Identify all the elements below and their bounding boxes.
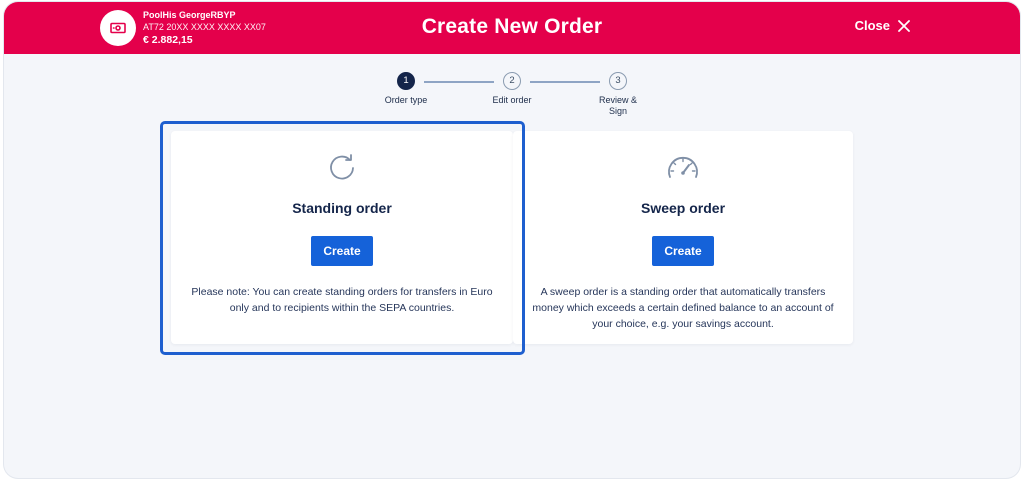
step-number: 1 <box>397 72 415 90</box>
close-button[interactable]: Close <box>855 18 910 33</box>
sweep-order-card[interactable]: Sweep order Create A sweep order is a st… <box>513 131 853 344</box>
order-stepper: 1 Order type 2 Edit order 3 Review & Sig… <box>4 72 1020 132</box>
step-number: 2 <box>503 72 521 90</box>
create-sweep-order-button[interactable]: Create <box>652 236 714 266</box>
card-description: Please note: You can create standing ord… <box>191 286 493 314</box>
card-description: A sweep order is a standing order that a… <box>532 286 834 330</box>
close-label: Close <box>854 18 890 33</box>
modal-frame: PoolHis GeorgeRBYP AT72 20XX XXXX XXXX X… <box>4 2 1020 478</box>
gauge-icon <box>668 156 698 178</box>
step-review-sign: 3 Review & Sign <box>578 72 658 118</box>
step-label: Order type <box>384 95 428 105</box>
step-edit-order: 2 Edit order <box>472 72 552 106</box>
card-title: Standing order <box>292 200 392 216</box>
card-title: Sweep order <box>640 200 726 216</box>
close-icon <box>898 19 910 32</box>
create-standing-order-button[interactable]: Create <box>311 236 373 266</box>
modal-header: PoolHis GeorgeRBYP AT72 20XX XXXX XXXX X… <box>4 2 1020 54</box>
step-order-type: 1 Order type <box>366 72 446 106</box>
step-label: Edit order <box>492 95 532 105</box>
standing-order-card[interactable]: Standing order Create Please note: You c… <box>171 131 513 344</box>
step-label: Review & Sign <box>598 95 637 117</box>
refresh-icon <box>330 154 354 180</box>
step-number: 3 <box>609 72 627 90</box>
